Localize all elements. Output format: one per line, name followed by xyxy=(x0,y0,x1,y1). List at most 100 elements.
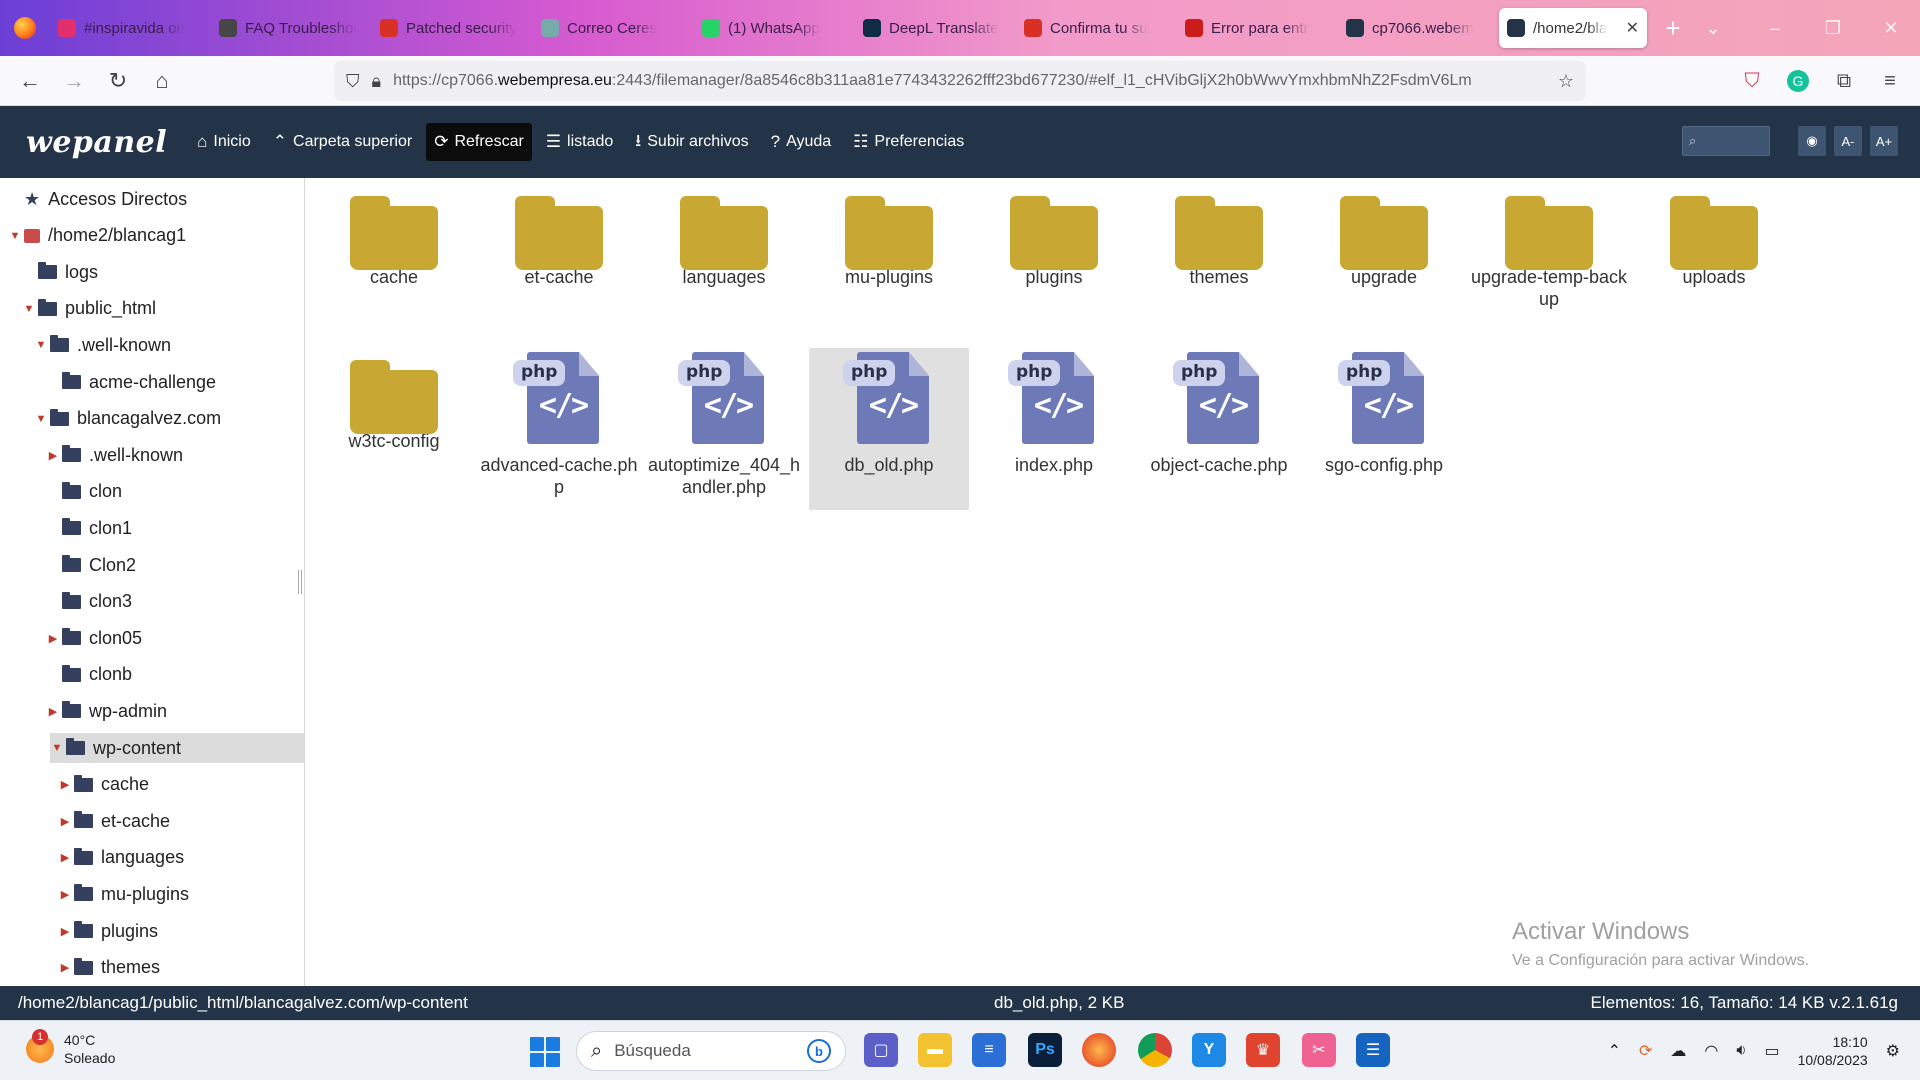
tree-item[interactable]: ▶ clon05 xyxy=(0,623,304,653)
caret-down-icon[interactable]: ▼ xyxy=(34,413,48,425)
onedrive-icon[interactable]: ☁ xyxy=(1670,1041,1686,1061)
toolbar-carpeta-superior-button[interactable]: ⌃ Carpeta superior xyxy=(265,123,420,161)
toolbar-listado-button[interactable]: ☰ listado xyxy=(538,123,622,161)
firefox-taskbar-icon[interactable] xyxy=(1082,1033,1116,1067)
tree-item[interactable]: ▼ .well-known xyxy=(0,330,304,360)
windows-start-icon[interactable] xyxy=(530,1037,560,1067)
font-increase-button[interactable]: A+ xyxy=(1870,126,1898,156)
folder-item[interactable]: et-cache xyxy=(479,184,639,334)
bing-icon[interactable]: b xyxy=(807,1039,831,1063)
chrome-icon[interactable] xyxy=(1138,1033,1172,1067)
folder-item[interactable]: upgrade xyxy=(1304,184,1464,334)
folder-item[interactable]: plugins xyxy=(974,184,1134,334)
toolbar-ayuda-button[interactable]: ? Ayuda xyxy=(763,123,840,161)
caret-down-icon[interactable]: ▼ xyxy=(8,230,22,242)
folder-item[interactable]: upgrade-temp-backup xyxy=(1469,184,1629,334)
back-arrow-icon[interactable]: ← xyxy=(8,61,52,101)
tree-item[interactable]: ▶ .well-known xyxy=(0,440,304,470)
teams-chat-icon[interactable]: ▢ xyxy=(864,1033,898,1067)
caret-right-icon[interactable]: ▶ xyxy=(58,815,72,828)
close-tab-icon[interactable]: ✕ xyxy=(1626,18,1639,38)
reload-icon[interactable]: ↻ xyxy=(96,61,140,101)
shield-icon[interactable]: ⛉ xyxy=(346,71,360,92)
caret-right-icon[interactable]: ▶ xyxy=(46,632,60,645)
notes-icon[interactable]: ☰ xyxy=(1356,1033,1390,1067)
close-window-icon[interactable]: ✕ xyxy=(1862,0,1920,56)
folder-item[interactable]: w3tc-config xyxy=(314,348,474,510)
caret-right-icon[interactable]: ▶ xyxy=(58,888,72,901)
caret-down-icon[interactable]: ▼ xyxy=(50,742,64,754)
folder-item[interactable]: uploads xyxy=(1634,184,1794,334)
url-text[interactable]: https://cp7066.webempresa.eu:2443/filema… xyxy=(393,72,1546,90)
tree-item[interactable]: ▶ languages xyxy=(0,843,304,873)
menu-icon[interactable]: ≡ xyxy=(1870,61,1910,101)
sync-icon[interactable]: ⟳ xyxy=(1639,1041,1652,1061)
app-red-icon[interactable]: ♛ xyxy=(1246,1033,1280,1067)
caret-right-icon[interactable]: ▶ xyxy=(46,449,60,462)
home-icon[interactable]: ⌂ xyxy=(140,61,184,101)
address-bar[interactable]: ⛉ 🔒︎ https://cp7066.webempresa.eu:2443/f… xyxy=(334,61,1586,101)
folder-item[interactable]: cache xyxy=(314,184,474,334)
photoshop-icon[interactable]: Ps xyxy=(1028,1033,1062,1067)
snipping-tool-icon[interactable]: Y xyxy=(1192,1033,1226,1067)
firefox-icon[interactable] xyxy=(0,0,50,56)
file-item[interactable]: </> php sgo-config.php xyxy=(1304,348,1464,510)
browser-tab[interactable]: #inspiravida on xyxy=(50,8,205,48)
tree-item[interactable]: ▼ blancagalvez.com xyxy=(0,404,304,434)
caret-down-icon[interactable]: ▼ xyxy=(22,303,36,315)
taskbar-search[interactable]: ⌕ Búsqueda b xyxy=(576,1031,846,1071)
folder-item[interactable]: mu-plugins xyxy=(809,184,969,334)
browser-tab[interactable]: Error para entr xyxy=(1177,8,1332,48)
tree-item[interactable]: ▶ themes xyxy=(0,953,304,983)
file-explorer-icon[interactable]: ▬ xyxy=(918,1033,952,1067)
notification-icon[interactable]: ⚙ xyxy=(1886,1041,1900,1061)
folder-item[interactable]: languages xyxy=(644,184,804,334)
file-item[interactable]: </> php object-cache.php xyxy=(1139,348,1299,510)
battery-icon[interactable]: ▭ xyxy=(1764,1041,1779,1061)
tree-item[interactable]: Clon2 xyxy=(0,550,304,580)
tree-item[interactable]: acme-challenge xyxy=(0,367,304,397)
caret-right-icon[interactable]: ▶ xyxy=(58,961,72,974)
file-item[interactable]: </> php index.php xyxy=(974,348,1134,510)
browser-tab[interactable]: Confirma tu su xyxy=(1016,8,1171,48)
tree-item[interactable]: ▼ public_html xyxy=(0,294,304,324)
browser-tab[interactable]: Patched security xyxy=(372,8,527,48)
toolbar-subir-archivos-button[interactable]: ⭳ Subir archivos xyxy=(627,123,756,161)
minimize-icon[interactable]: – xyxy=(1746,0,1804,56)
clock[interactable]: 18:10 10/08/2023 xyxy=(1798,1033,1868,1069)
caret-right-icon[interactable]: ▶ xyxy=(58,778,72,791)
tree-item[interactable]: clonb xyxy=(0,660,304,690)
notepad-doc-icon[interactable]: ≡ xyxy=(972,1033,1006,1067)
search-input[interactable]: ⌕ xyxy=(1682,126,1770,156)
extensions-icon[interactable]: ⧉ xyxy=(1824,61,1864,101)
browser-tab[interactable]: /home2/bla ✕ xyxy=(1499,8,1647,48)
caret-right-icon[interactable]: ▶ xyxy=(46,705,60,718)
bookmark-star-icon[interactable]: ☆ xyxy=(1558,71,1574,92)
file-item[interactable]: </> php advanced-cache.php xyxy=(479,348,639,510)
toolbar-preferencias-button[interactable]: ☷ Preferencias xyxy=(845,123,972,161)
tree-item[interactable]: ▶ plugins xyxy=(0,916,304,946)
file-item[interactable]: </> php autoptimize_404_handler.php xyxy=(644,348,804,510)
tree-item[interactable]: ★ Accesos Directos xyxy=(0,184,304,214)
chevron-up-icon[interactable]: ⌃ xyxy=(1608,1041,1621,1061)
font-decrease-button[interactable]: A- xyxy=(1834,126,1862,156)
toolbar-inicio-button[interactable]: ⌂ Inicio xyxy=(189,123,259,161)
volume-icon[interactable]: 🔉︎ xyxy=(1736,1042,1746,1060)
weather-widget[interactable]: 1 40°C Soleado xyxy=(26,1029,115,1067)
paint-tool-icon[interactable]: ✂ xyxy=(1302,1033,1336,1067)
lock-icon[interactable]: 🔒︎ xyxy=(372,71,382,92)
browser-tab[interactable]: cp7066.webem xyxy=(1338,8,1493,48)
wepanel-logo[interactable]: wepanel xyxy=(26,125,167,160)
browser-tab[interactable]: FAQ Troubleshoot xyxy=(211,8,366,48)
wifi-icon[interactable]: ◠ xyxy=(1704,1041,1718,1061)
tree-item[interactable]: logs xyxy=(0,257,304,287)
sidebar-resize-handle[interactable] xyxy=(298,570,302,594)
restore-icon[interactable]: ❐ xyxy=(1804,0,1862,56)
toolbar-refrescar-button[interactable]: ⟳ Refrescar xyxy=(426,123,532,161)
browser-tab[interactable]: Correo Ceres xyxy=(533,8,688,48)
tree-item[interactable]: ▶ cache xyxy=(0,770,304,800)
caret-right-icon[interactable]: ▶ xyxy=(58,925,72,938)
forward-arrow-icon[interactable]: → xyxy=(52,61,96,101)
tree-item[interactable]: clon3 xyxy=(0,587,304,617)
tab-list-chevron-icon[interactable]: ⌄ xyxy=(1693,8,1733,48)
